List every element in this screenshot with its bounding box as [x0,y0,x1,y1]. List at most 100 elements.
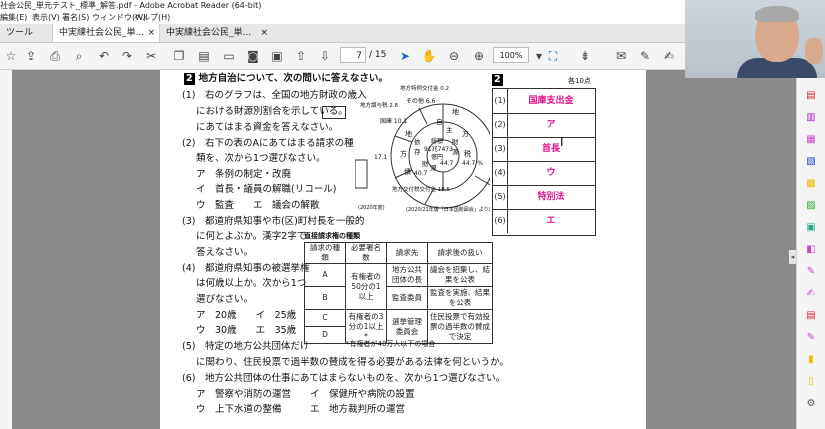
q-line: 答えなさい。 [196,247,254,258]
left-panel [0,70,12,429]
q-line: イ 首長・議員の解職(リコール) [196,184,337,195]
chart-outer-label: 地 [452,108,459,116]
tab-document-2[interactable]: 中実練社会公民_単... × [160,24,272,42]
table-row: A 有権者の50分の1以上 地方公共団体の長 議会を招集し、結果を公表 [304,263,493,310]
redact-icon[interactable]: ▤ [805,310,817,322]
menu-sign[interactable]: 署名(S) [62,12,89,24]
chart-outer-label: 方 [400,150,407,158]
q-line: ウ 監査 エ 議会の解散 [196,200,320,211]
cut-icon[interactable]: ✂ [142,47,160,65]
chart-value: 地方譲与税 2.8 [360,103,398,109]
snapshot-icon[interactable]: ◙ [244,47,262,65]
chart-inner-label: 存 [414,148,421,156]
paste-icon[interactable]: ▤ [195,47,213,65]
close-icon[interactable]: × [260,24,268,42]
table-title: 直接請求権の種類 [304,232,360,240]
answer-table: (1) 国庫支出金 (2) ア (3) 首長 (4) ウ (5) 特別法 (6) エ [492,88,596,236]
protect-icon[interactable]: ◧ [805,244,817,256]
chart-value: 17.1 [374,154,388,161]
q-line: 類を、次から1つ選びなさい。 [196,153,326,164]
text-cursor-icon: I [560,135,564,149]
chart-label: 地方特例交付金 0.2 [400,86,449,92]
stamp-icon[interactable]: ▮ [805,354,817,366]
redo-icon[interactable]: ↷ [118,47,136,65]
export-pdf-icon[interactable]: ▤ [805,90,817,102]
q-line: に何とよぶか。漢字2字で [196,231,307,242]
answer-row: (5) 特別法 [493,185,595,210]
zoom-select[interactable]: 100% [493,47,529,63]
organize-icon[interactable]: ▨ [805,200,817,212]
fill-sign-icon[interactable]: ✎ [805,266,817,278]
answer-row: (3) 首長 [493,137,595,162]
chart-outer-label: 税 [464,150,471,158]
zoom-in-icon[interactable]: ⊕ [470,47,488,65]
presenter-hair [755,6,799,22]
star-icon[interactable]: ☆ [2,47,20,65]
chart-inner-label: 源 [452,148,459,156]
table-row: B 監査委員 監査を実施、結果を公表 [304,286,493,310]
sign-icon[interactable]: ✍ [660,47,678,65]
copy-icon[interactable]: ❐ [170,47,188,65]
more-tools-icon[interactable]: ⚙ [805,398,817,410]
zoom-out-icon[interactable]: ⊖ [445,47,463,65]
points-label: 各10点 [568,77,591,85]
page-down-icon[interactable]: ⇩ [316,47,334,65]
chart-inner-label: 自 [436,118,443,126]
tab-tools[interactable]: ツール [0,24,48,42]
tab-document-1[interactable]: 中実練社会公民_単... × [52,24,160,42]
question-title: 地方自治について、次の問いに答えなさい。 [198,73,388,84]
q-line: にあてはまる資金を答えなさい。 [196,122,339,133]
measure-icon[interactable]: ▯ [805,376,817,388]
q-line: ア 警察や消防の運営 イ 保健所や病院の設置 [196,389,415,400]
chart-value: 地方交付税交付金 18.5 [392,187,450,193]
menu-help[interactable]: ヘルプ(H) [134,12,170,24]
combine-icon[interactable]: ▧ [805,156,817,168]
answer-header: 2 [492,74,503,86]
upload-icon[interactable]: ⇪ [22,47,40,65]
menu-view[interactable]: 表示(V) [32,12,60,24]
panel-collapse-handle[interactable]: ◂ [789,250,796,264]
send-icon[interactable]: ✎ [805,332,817,344]
fit-page-icon[interactable]: ⛶ [544,47,562,65]
q-line: ア 条例の制定・改廃 [196,169,292,180]
create-pdf-icon[interactable]: ▥ [805,112,817,124]
page-total: / 15 [369,50,387,60]
edit-pdf-icon[interactable]: ▦ [805,134,817,146]
q-line: に関わり、住民投票で過半数の賛成を得る必要がある法律を何というか。 [196,357,509,368]
question-header: 2 地方自治について、次の問いに答えなさい。 [184,73,388,85]
answer-row: (4) ウ [493,161,595,186]
chart-value: 44.7 [440,160,454,167]
right-tools-panel: ▤ ▥ ▦ ▧ ▩ ▨ ▣ ◧ ✎ ✍ ▤ ✎ ▮ ▯ ⚙ [796,70,825,429]
search-icon[interactable]: ⌕ [70,47,88,65]
comment-panel-icon[interactable]: ▩ [805,178,817,190]
chart-inner-label: 源 [430,164,437,172]
hand-tool-icon[interactable]: ✋ [420,47,438,65]
print-icon[interactable]: ⎙ [46,47,64,65]
menu-edit[interactable]: 編集(E) [0,12,27,24]
image-icon[interactable]: ▣ [268,47,286,65]
close-icon[interactable]: × [147,24,155,42]
chart-inner-label: 財 [422,160,429,168]
page-number-input[interactable]: 7 [340,47,366,63]
direct-request-table: 請求の種類 必要署名数 請求先 請求後の扱い A 有権者の50分の1以上 地方公… [304,242,493,344]
scroll-mode-icon[interactable]: ⇟ [576,47,594,65]
answer-row: (1) 国庫支出金 [493,89,595,114]
q-line: (5) 特定の地方公共団体だけ [182,341,310,352]
pen-icon[interactable]: ✎ [636,47,654,65]
clipboard-icon[interactable]: ▭ [220,47,238,65]
request-sign-icon[interactable]: ✍ [805,288,817,300]
undo-icon[interactable]: ↶ [95,47,113,65]
chart-value: 国庫 10.1 [380,118,408,125]
q-line: ア 20歳 イ 25歳 [196,310,297,321]
comment-icon[interactable]: ✉ [612,47,630,65]
q-line: (6) 地方公共団体の仕事にあてはまらないものを、次から1つ選びなさい。 [182,373,506,384]
q-line: ウ 30歳 エ 35歳 [196,325,297,336]
answer-value: 首長 [541,144,560,154]
tab-document-2-label: 中実練社会公民_単... [166,28,252,38]
question-number: 2 [184,73,195,85]
page-up-icon[interactable]: ⇧ [292,47,310,65]
answer-value: 特別法 [537,192,565,202]
scan-icon[interactable]: ▣ [805,222,817,234]
select-cursor-icon[interactable]: ➤ [396,47,414,65]
q-line: ウ 上下水道の整備 エ 地方裁判所の運営 [196,404,406,415]
